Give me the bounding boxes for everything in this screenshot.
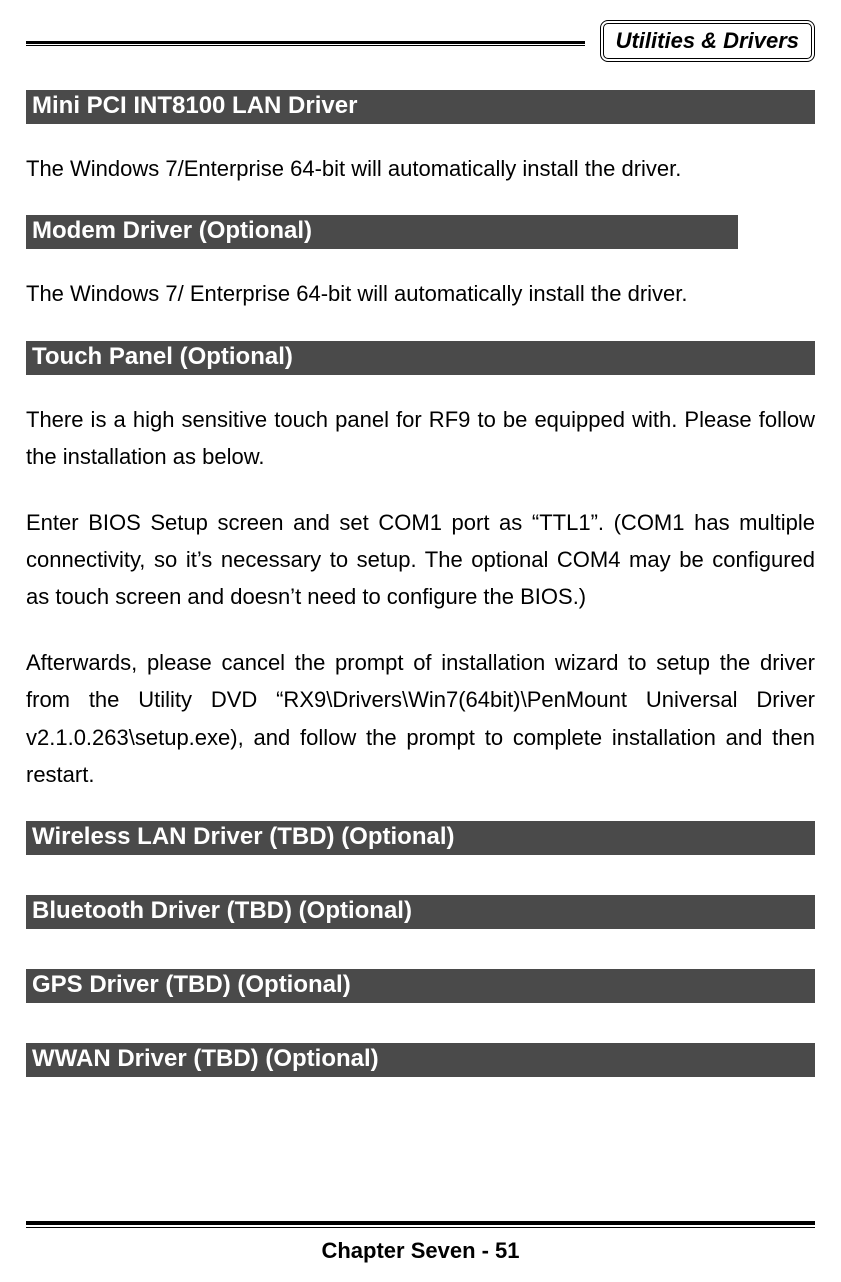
footer-rule-thick	[26, 1221, 815, 1225]
section-heading-bluetooth: Bluetooth Driver (TBD) (Optional)	[26, 895, 815, 929]
section-heading-gps: GPS Driver (TBD) (Optional)	[26, 969, 815, 1003]
page-header: Utilities & Drivers	[26, 20, 815, 62]
body-text: Afterwards, please cancel the prompt of …	[26, 644, 815, 794]
section-heading-lan-driver: Mini PCI INT8100 LAN Driver	[26, 90, 815, 124]
section-heading-touch-panel: Touch Panel (Optional)	[26, 341, 815, 375]
body-text: The Windows 7/ Enterprise 64-bit will au…	[26, 275, 815, 312]
body-text: There is a high sensitive touch panel fo…	[26, 401, 815, 476]
page-footer: Chapter Seven - 51	[26, 1221, 815, 1264]
body-text: The Windows 7/Enterprise 64-bit will aut…	[26, 150, 815, 187]
section-heading-wireless-lan: Wireless LAN Driver (TBD) (Optional)	[26, 821, 815, 855]
header-rule	[26, 41, 585, 44]
body-text: Enter BIOS Setup screen and set COM1 por…	[26, 504, 815, 616]
footer-rule-thin	[26, 1227, 815, 1228]
page-container: Utilities & Drivers Mini PCI INT8100 LAN…	[0, 0, 841, 1282]
header-tab-label: Utilities & Drivers	[600, 20, 815, 62]
footer-page-label: Chapter Seven - 51	[26, 1238, 815, 1264]
section-heading-modem-driver: Modem Driver (Optional)	[26, 215, 738, 249]
section-heading-wwan: WWAN Driver (TBD) (Optional)	[26, 1043, 815, 1077]
